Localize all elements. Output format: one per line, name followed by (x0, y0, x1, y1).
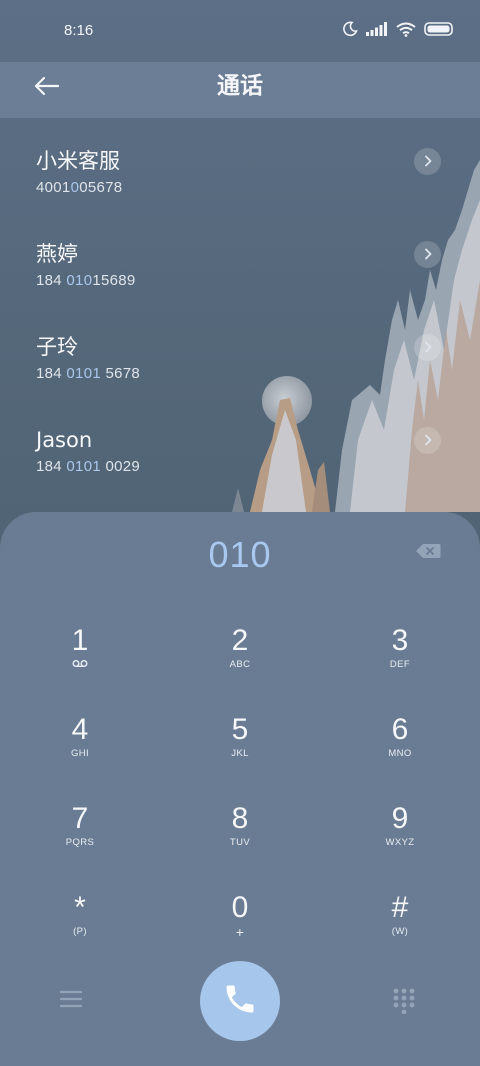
page-title: 通话 (217, 73, 263, 99)
phone-icon (222, 981, 258, 1021)
status-bar: 8:16 (0, 0, 480, 62)
key-digit: 5 (231, 713, 249, 746)
contact-detail-button[interactable] (414, 427, 441, 454)
contact-number: 184 0101 0029 (36, 457, 140, 477)
key-digit: 0 (231, 891, 249, 924)
contact-name: 小米客服 (36, 149, 120, 173)
contact-number: 184 0101 5678 (36, 364, 140, 384)
dial-key-0[interactable]: 0 + (180, 891, 300, 967)
key-digit: 8 (231, 802, 249, 835)
chevron-right-icon (423, 245, 433, 264)
number-match: 0101 (66, 458, 101, 475)
key-letters: MNO (388, 748, 412, 759)
contact-detail-button[interactable] (414, 241, 441, 268)
dial-key-1[interactable]: 1 (20, 624, 140, 700)
key-digit: # (391, 891, 409, 924)
chevron-right-icon (423, 431, 433, 450)
number-match: 010 (66, 272, 93, 289)
key-letters: + (235, 924, 245, 940)
key-letters: GHI (70, 748, 90, 759)
key-digit: 3 (391, 624, 409, 657)
contact-name: 燕婷 (36, 242, 78, 266)
number-part: 5678 (100, 365, 141, 382)
key-digit: 7 (71, 802, 89, 835)
dialpad-grid-icon (393, 988, 415, 1018)
key-letters: (W) (391, 926, 409, 937)
dial-key-8[interactable]: 8 TUV (180, 802, 300, 878)
backspace-button[interactable] (414, 542, 442, 564)
key-letters: TUV (229, 837, 251, 848)
number-part: 4001 (36, 179, 71, 196)
key-letters: ABC (229, 659, 251, 670)
key-digit: 4 (71, 713, 89, 746)
key-digit: 1 (71, 624, 89, 657)
contact-item[interactable]: 燕婷 184 01015689 (0, 239, 480, 319)
menu-icon (59, 990, 83, 1012)
contact-number: 184 01015689 (36, 271, 136, 291)
signal-icon (366, 22, 388, 36)
contact-name: 子玲 (36, 335, 78, 359)
dial-key-star[interactable]: * (P) (20, 891, 140, 967)
dialpad-toggle-button[interactable] (393, 988, 419, 1015)
key-digit: 9 (391, 802, 409, 835)
key-letters: (P) (73, 926, 87, 937)
dial-key-9[interactable]: 9 WXYZ (340, 802, 460, 878)
chevron-right-icon (423, 338, 433, 357)
dial-key-7[interactable]: 7 PQRS (20, 802, 140, 878)
battery-icon (424, 22, 454, 36)
number-part: 0029 (100, 458, 141, 475)
backspace-icon (415, 543, 441, 563)
call-button[interactable] (200, 961, 280, 1041)
number-match: 0101 (66, 365, 101, 382)
key-digit: 6 (391, 713, 409, 746)
dial-key-4[interactable]: 4 GHI (20, 713, 140, 789)
number-part: 184 (36, 272, 67, 289)
dial-key-2[interactable]: 2 ABC (180, 624, 300, 700)
dialed-number-display[interactable]: 010 (0, 532, 480, 578)
status-icons (342, 21, 454, 37)
contact-detail-button[interactable] (414, 148, 441, 175)
dial-key-6[interactable]: 6 MNO (340, 713, 460, 789)
contact-number: 4001005678 (36, 178, 122, 198)
contact-item[interactable]: 小米客服 4001005678 (0, 146, 480, 226)
dial-key-5[interactable]: 5 JKL (180, 713, 300, 789)
dial-key-3[interactable]: 3 DEF (340, 624, 460, 700)
chevron-right-icon (423, 152, 433, 171)
key-letters: JKL (231, 748, 249, 759)
menu-button[interactable] (59, 990, 88, 1012)
moon-icon (342, 21, 358, 37)
contact-name: Jason (36, 428, 93, 452)
contact-item[interactable]: Jason 184 0101 0029 (0, 425, 480, 505)
app-bar: 通话 (0, 62, 480, 118)
number-part: 15689 (92, 272, 136, 289)
contact-item[interactable]: 子玲 184 0101 5678 (0, 332, 480, 412)
contact-detail-button[interactable] (414, 334, 441, 361)
wifi-icon (396, 22, 416, 37)
number-part: 184 (36, 458, 67, 475)
number-part: 184 (36, 365, 67, 382)
key-digit: * (74, 891, 86, 924)
key-letters: WXYZ (385, 837, 415, 848)
key-letters: DEF (389, 659, 411, 670)
key-letters: PQRS (65, 837, 95, 848)
number-part: 05678 (79, 179, 123, 196)
number-match: 0 (70, 179, 80, 196)
dial-key-hash[interactable]: # (W) (340, 891, 460, 967)
dialpad-panel: 010 1 2 ABC 3 DEF 4 GHI 5 JKL 6 MNO 7 PQ… (0, 512, 480, 1066)
status-time: 8:16 (64, 22, 94, 39)
voicemail-icon (20, 659, 140, 668)
key-digit: 2 (231, 624, 249, 657)
